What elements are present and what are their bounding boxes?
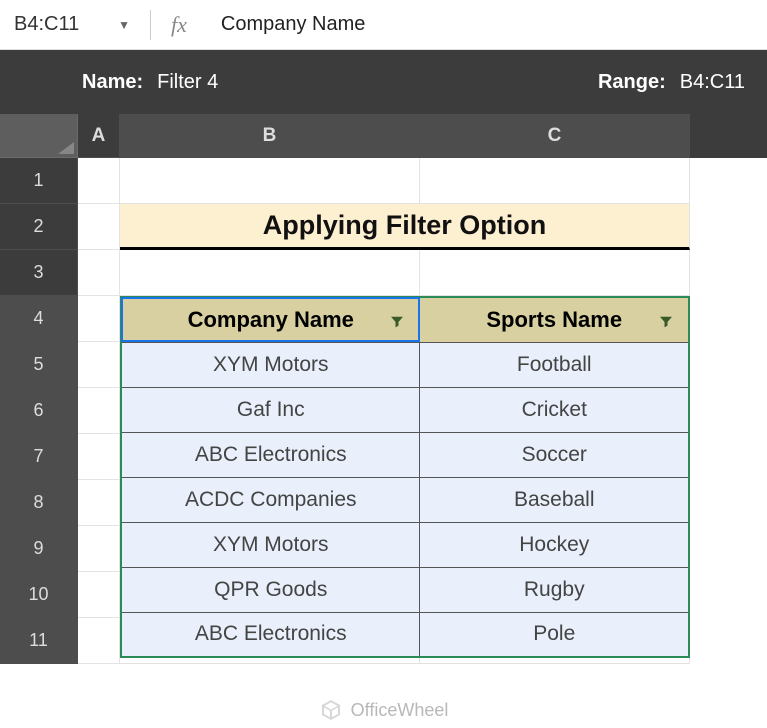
cell-company[interactable]: Gaf Inc bbox=[121, 387, 420, 432]
header-sport-label: Sports Name bbox=[486, 307, 622, 332]
fx-icon: fx bbox=[171, 12, 187, 38]
col-header-c[interactable]: C bbox=[420, 114, 690, 158]
cell-b1[interactable] bbox=[120, 158, 420, 204]
watermark-text: OfficeWheel bbox=[351, 700, 449, 721]
divider bbox=[150, 10, 151, 40]
name-box[interactable]: B4:C11 ▼ bbox=[0, 13, 140, 36]
filter-icon[interactable] bbox=[656, 311, 676, 329]
cell-company[interactable]: ABC Electronics bbox=[121, 432, 420, 477]
header-company[interactable]: Company Name bbox=[121, 297, 420, 342]
col-header-b[interactable]: B bbox=[120, 114, 420, 158]
cell-sport[interactable]: Pole bbox=[420, 612, 689, 657]
cell-company[interactable]: ACDC Companies bbox=[121, 477, 420, 522]
table-row: XYM MotorsHockey bbox=[121, 522, 689, 567]
row-header-2[interactable]: 2 bbox=[0, 204, 78, 250]
row-header-8[interactable]: 8 bbox=[0, 480, 78, 526]
cell-a1[interactable] bbox=[78, 158, 120, 204]
cell-b3[interactable] bbox=[120, 250, 420, 296]
name-box-dropdown-icon[interactable]: ▼ bbox=[118, 18, 130, 32]
row-header-9[interactable]: 9 bbox=[0, 526, 78, 572]
cell-company[interactable]: XYM Motors bbox=[121, 342, 420, 387]
row-header-10[interactable]: 10 bbox=[0, 572, 78, 618]
cell-a10[interactable] bbox=[78, 572, 120, 618]
table-header-row: Company Name Sports Name bbox=[121, 297, 689, 342]
table-row: XYM MotorsFootball bbox=[121, 342, 689, 387]
formula-content[interactable]: Company Name bbox=[221, 13, 366, 36]
sheet-area: A B C Applying Filter Option bbox=[78, 114, 767, 664]
cell-a5[interactable] bbox=[78, 342, 120, 388]
col-header-a[interactable]: A bbox=[78, 114, 120, 158]
column-header-row: A B C bbox=[78, 114, 767, 158]
filter-name-value[interactable]: Filter 4 bbox=[157, 71, 218, 94]
filter-icon[interactable] bbox=[387, 311, 407, 329]
table-row: QPR GoodsRugby bbox=[121, 567, 689, 612]
table-row: ACDC CompaniesBaseball bbox=[121, 477, 689, 522]
select-all-corner[interactable] bbox=[0, 114, 78, 158]
cell-a3[interactable] bbox=[78, 250, 120, 296]
cell-sport[interactable]: Cricket bbox=[420, 387, 689, 432]
cell-a4[interactable] bbox=[78, 296, 120, 342]
row-header-3[interactable]: 3 bbox=[0, 250, 78, 296]
filter-range-value[interactable]: B4:C11 bbox=[680, 71, 745, 94]
cell-sport[interactable]: Rugby bbox=[420, 567, 689, 612]
table-row: ABC ElectronicsPole bbox=[121, 612, 689, 657]
row-header-5[interactable]: 5 bbox=[0, 342, 78, 388]
header-sport[interactable]: Sports Name bbox=[420, 297, 689, 342]
spreadsheet-grid: 1 2 3 4 5 6 7 8 9 10 11 A B C Applying F bbox=[0, 114, 767, 664]
cell-company[interactable]: QPR Goods bbox=[121, 567, 420, 612]
cell-a8[interactable] bbox=[78, 480, 120, 526]
watermark: OfficeWheel bbox=[0, 698, 767, 722]
cell-a11[interactable] bbox=[78, 618, 120, 664]
table-row: Gaf IncCricket bbox=[121, 387, 689, 432]
row-header-7[interactable]: 7 bbox=[0, 434, 78, 480]
table-row: ABC ElectronicsSoccer bbox=[121, 432, 689, 477]
header-company-label: Company Name bbox=[188, 307, 354, 332]
cells-body[interactable]: Applying Filter Option bbox=[78, 158, 767, 664]
cell-sport[interactable]: Soccer bbox=[420, 432, 689, 477]
logo-icon bbox=[319, 698, 343, 722]
cell-reference: B4:C11 bbox=[14, 13, 79, 36]
row-header-1[interactable]: 1 bbox=[0, 158, 78, 204]
filter-name-label: Name: bbox=[82, 71, 143, 94]
cell-sport[interactable]: Baseball bbox=[420, 477, 689, 522]
row-header-gutter: 1 2 3 4 5 6 7 8 9 10 11 bbox=[0, 114, 78, 664]
data-table: Company Name Sports Name bbox=[120, 296, 690, 658]
row-header-11[interactable]: 11 bbox=[0, 618, 78, 664]
cell-c1[interactable] bbox=[420, 158, 690, 204]
cell-c3[interactable] bbox=[420, 250, 690, 296]
row-header-6[interactable]: 6 bbox=[0, 388, 78, 434]
table-body: XYM MotorsFootball Gaf IncCricket ABC El… bbox=[121, 342, 689, 657]
cell-a9[interactable] bbox=[78, 526, 120, 572]
cell-company[interactable]: ABC Electronics bbox=[121, 612, 420, 657]
sheet-title[interactable]: Applying Filter Option bbox=[120, 204, 690, 250]
row-header-4[interactable]: 4 bbox=[0, 296, 78, 342]
filter-view-bar: Name: Filter 4 Range: B4:C11 bbox=[0, 50, 767, 114]
cell-sport[interactable]: Football bbox=[420, 342, 689, 387]
cell-a7[interactable] bbox=[78, 434, 120, 480]
cell-company[interactable]: XYM Motors bbox=[121, 522, 420, 567]
cell-sport[interactable]: Hockey bbox=[420, 522, 689, 567]
cell-a2[interactable] bbox=[78, 204, 120, 250]
filter-range-label: Range: bbox=[598, 71, 666, 94]
cell-a6[interactable] bbox=[78, 388, 120, 434]
formula-bar: B4:C11 ▼ fx Company Name bbox=[0, 0, 767, 50]
